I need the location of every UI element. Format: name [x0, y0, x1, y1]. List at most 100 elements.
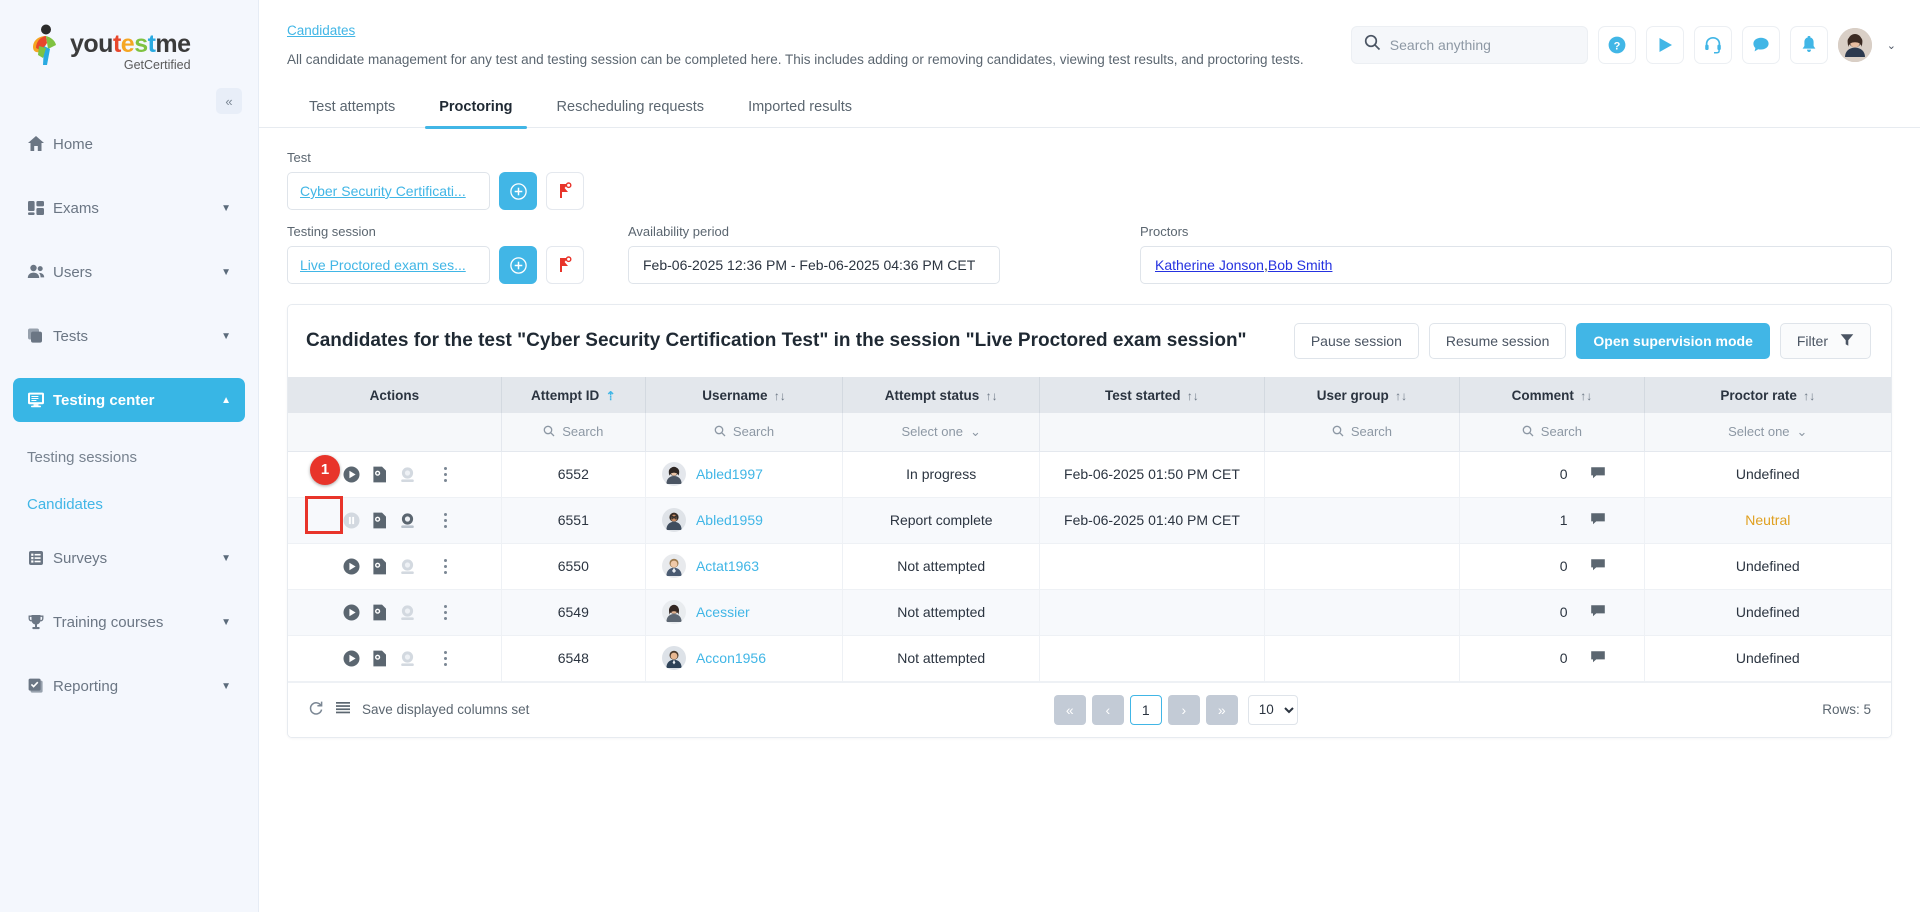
session-select[interactable]: Live Proctored exam ses...: [287, 246, 490, 284]
sort-icon[interactable]: ↑↓: [982, 389, 998, 403]
proctor-link-2[interactable]: Bob Smith: [1268, 257, 1333, 273]
report-icon[interactable]: [370, 649, 389, 668]
row-menu-icon[interactable]: [443, 648, 447, 669]
global-search[interactable]: [1350, 26, 1588, 64]
pause-icon[interactable]: [342, 511, 361, 530]
pause-session-button[interactable]: Pause session: [1293, 323, 1419, 359]
comment-icon[interactable]: [1590, 649, 1606, 668]
webcam-icon[interactable]: [398, 557, 417, 576]
play-icon[interactable]: [342, 649, 361, 668]
col-user-group[interactable]: User group ↑↓: [1264, 377, 1461, 413]
tab-test-attempts[interactable]: Test attempts: [287, 86, 417, 128]
breadcrumb-candidates-link[interactable]: Candidates: [287, 23, 355, 38]
sort-icon[interactable]: ↑↓: [771, 389, 786, 403]
filter-cell-attempt-id[interactable]: Search: [501, 413, 646, 452]
col-comment[interactable]: Comment ↑↓: [1459, 377, 1645, 413]
page-size-select[interactable]: 10: [1247, 694, 1298, 725]
sort-icon[interactable]: ↑↓: [1392, 389, 1407, 403]
test-flag-button[interactable]: [546, 172, 584, 210]
filter-cell-username[interactable]: Search: [645, 413, 844, 452]
webcam-icon[interactable]: [398, 649, 417, 668]
help-button[interactable]: ?: [1597, 26, 1636, 64]
support-button[interactable]: [1693, 26, 1732, 64]
open-supervision-mode-button[interactable]: Open supervision mode: [1576, 323, 1770, 359]
notifications-button[interactable]: [1789, 26, 1828, 64]
sidebar-subitem-testing-sessions[interactable]: Testing sessions: [13, 442, 245, 472]
play-tour-button[interactable]: [1645, 26, 1684, 64]
filter-cell-user-group[interactable]: Search: [1264, 413, 1461, 452]
sidebar-collapse-button[interactable]: «: [216, 88, 242, 114]
page-first-button[interactable]: «: [1053, 694, 1086, 725]
availability-value[interactable]: Feb-06-2025 12:36 PM - Feb-06-2025 04:36…: [628, 246, 1000, 284]
page-number-1[interactable]: 1: [1129, 694, 1162, 725]
sidebar-item-reporting[interactable]: Reporting ▼: [13, 664, 245, 708]
sidebar-subitem-candidates[interactable]: Candidates: [13, 489, 245, 519]
proctors-value[interactable]: Katherine Jonson, Bob Smith: [1140, 246, 1892, 284]
sort-icon[interactable]: ↑↓: [1577, 389, 1592, 403]
sidebar-item-testing-center[interactable]: Testing center ▲: [13, 378, 245, 422]
tab-rescheduling-requests[interactable]: Rescheduling requests: [535, 86, 727, 128]
play-icon[interactable]: [342, 557, 361, 576]
page-next-button[interactable]: ›: [1167, 694, 1200, 725]
page-last-button[interactable]: »: [1205, 694, 1238, 725]
username-link[interactable]: Acessier: [696, 604, 750, 620]
sort-icon[interactable]: ↑↓: [1184, 389, 1199, 403]
sort-asc-icon[interactable]: ⇡: [602, 389, 616, 403]
refresh-icon[interactable]: [308, 700, 324, 719]
col-test-started[interactable]: Test started ↑↓: [1039, 377, 1265, 413]
session-value-link[interactable]: Live Proctored exam ses...: [300, 257, 466, 273]
comment-icon[interactable]: [1590, 465, 1606, 484]
filter-cell-comment[interactable]: Search: [1459, 413, 1645, 452]
sidebar-item-training-courses[interactable]: Training courses ▼: [13, 600, 245, 644]
add-session-button[interactable]: [499, 246, 537, 284]
test-value-link[interactable]: Cyber Security Certificati...: [300, 183, 466, 199]
proctor-link-1[interactable]: Katherine Jonson: [1155, 257, 1264, 273]
search-input[interactable]: [1389, 37, 1575, 53]
resume-session-button[interactable]: Resume session: [1428, 323, 1567, 359]
row-menu-icon[interactable]: [443, 510, 447, 531]
sidebar-item-tests[interactable]: Tests ▼: [13, 314, 245, 358]
username-link[interactable]: Actat1963: [696, 558, 759, 574]
filter-button[interactable]: Filter: [1779, 323, 1871, 359]
row-menu-icon[interactable]: [443, 602, 447, 623]
account-chevron-down-icon[interactable]: ⌄: [1887, 39, 1896, 52]
username-link[interactable]: Abled1997: [696, 466, 763, 482]
page-prev-button[interactable]: ‹: [1091, 694, 1124, 725]
comment-icon[interactable]: [1590, 603, 1606, 622]
col-username[interactable]: Username ↑↓: [645, 377, 844, 413]
brand-logo[interactable]: youtestme GetCertified: [0, 0, 258, 86]
test-select[interactable]: Cyber Security Certificati...: [287, 172, 490, 210]
tab-proctoring[interactable]: Proctoring: [417, 86, 534, 129]
sidebar-item-home[interactable]: Home: [13, 122, 245, 166]
sidebar-item-exams[interactable]: Exams ▼: [13, 186, 245, 230]
col-attempt-id[interactable]: Attempt ID ⇡: [501, 377, 646, 413]
comment-icon[interactable]: [1590, 511, 1606, 530]
chat-button[interactable]: [1741, 26, 1780, 64]
filter-cell-attempt-status[interactable]: Select one ⌄: [842, 413, 1041, 452]
report-icon[interactable]: [370, 465, 389, 484]
play-icon[interactable]: [342, 465, 361, 484]
filter-cell-proctor-rate[interactable]: Select one ⌄: [1644, 413, 1891, 452]
row-menu-icon[interactable]: [443, 556, 447, 577]
report-icon[interactable]: [370, 603, 389, 622]
comment-icon[interactable]: [1590, 557, 1606, 576]
avatar[interactable]: [1837, 28, 1872, 62]
col-proctor-rate[interactable]: Proctor rate ↑↓: [1644, 377, 1891, 413]
report-icon[interactable]: [370, 557, 389, 576]
save-displayed-columns-label[interactable]: Save displayed columns set: [362, 702, 529, 717]
row-menu-icon[interactable]: [443, 464, 447, 485]
webcam-icon[interactable]: [398, 465, 417, 484]
add-test-button[interactable]: [499, 172, 537, 210]
webcam-icon[interactable]: [398, 511, 417, 530]
columns-icon[interactable]: [336, 701, 350, 718]
report-icon[interactable]: [370, 511, 389, 530]
col-attempt-status[interactable]: Attempt status ↑↓: [842, 377, 1041, 413]
username-link[interactable]: Accon1956: [696, 650, 766, 666]
play-icon[interactable]: [342, 603, 361, 622]
username-link[interactable]: Abled1959: [696, 512, 763, 528]
sort-icon[interactable]: ↑↓: [1800, 389, 1815, 403]
sidebar-item-users[interactable]: Users ▼: [13, 250, 245, 294]
webcam-icon[interactable]: [398, 603, 417, 622]
tab-imported-results[interactable]: Imported results: [726, 86, 874, 128]
sidebar-item-surveys[interactable]: Surveys ▼: [13, 536, 245, 580]
